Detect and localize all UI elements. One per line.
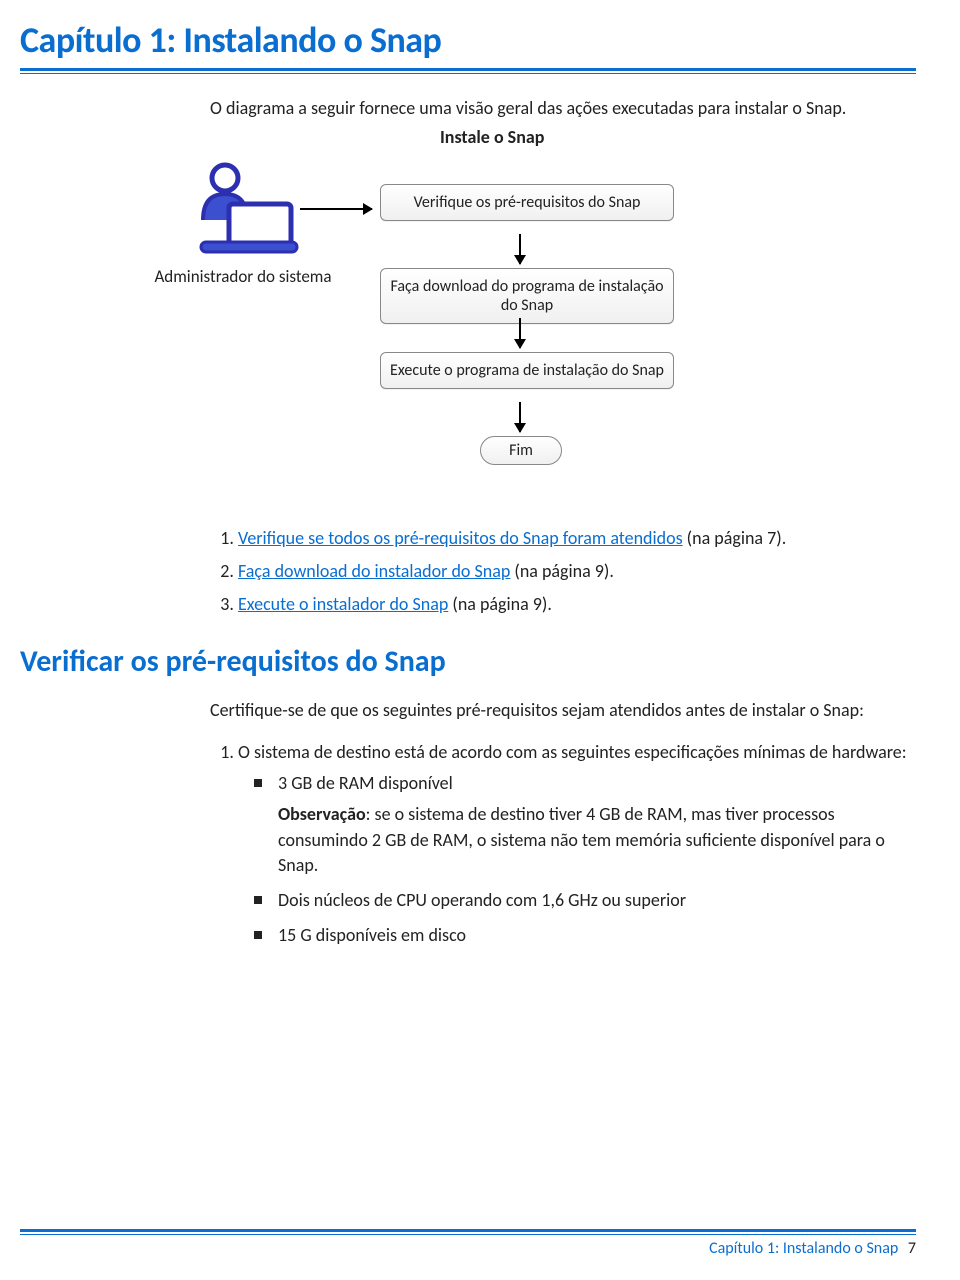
- prereq-list: O sistema de destino está de acordo com …: [210, 740, 916, 948]
- steps-list: Verifique se todos os pré-requisitos do …: [210, 524, 916, 618]
- hw-spec-list: 3 GB de RAM disponível Observação: se o …: [238, 771, 916, 948]
- arrow-down-icon: [519, 402, 521, 432]
- diagram-step-2: Faça download do programa de instalação …: [380, 268, 674, 324]
- hw-bullet-ram: 3 GB de RAM disponível Observação: se o …: [278, 771, 916, 878]
- step-2-suffix: (na página 9).: [510, 560, 614, 582]
- step-1-link[interactable]: Verifique se todos os pré-requisitos do …: [238, 527, 683, 549]
- step-1-suffix: (na página 7).: [683, 527, 787, 549]
- prereq-1-text: O sistema de destino está de acordo com …: [238, 741, 907, 763]
- note-label: Observação: [278, 803, 366, 825]
- footer-chapter: Capítulo 1: Instalando o Snap: [709, 1239, 898, 1258]
- footer-page-number: 7: [908, 1239, 916, 1258]
- intro-paragraph: O diagrama a seguir fornece uma visão ge…: [210, 96, 916, 120]
- arrow-down-icon: [519, 318, 521, 348]
- actor-label: Administrador do sistema: [148, 266, 338, 287]
- diagram-step-1: Verifique os pré-requisitos do Snap: [380, 184, 674, 221]
- chapter-title: Capítulo 1: Instalando o Snap: [20, 18, 916, 62]
- hw-ram-text: 3 GB de RAM disponível: [278, 772, 453, 794]
- hw-bullet-disk: 15 G disponíveis em disco: [278, 923, 916, 948]
- diagram-end: Fim: [480, 436, 562, 465]
- ram-note: Observação: se o sistema de destino tive…: [278, 802, 916, 878]
- step-2-link[interactable]: Faça download do instalador do Snap: [238, 560, 510, 582]
- step-3-link[interactable]: Execute o instalador do Snap: [238, 593, 448, 615]
- section-lead: Certifique-se de que os seguintes pré-re…: [210, 698, 916, 722]
- page-footer: Capítulo 1: Instalando o Snap 7: [20, 1229, 916, 1258]
- diagram-step-3: Execute o programa de instalação do Snap: [380, 352, 674, 389]
- admin-icon: [183, 162, 303, 257]
- diagram-title: Instale o Snap: [440, 126, 544, 148]
- step-item-1: Verifique se todos os pré-requisitos do …: [238, 524, 916, 553]
- arrow-right-icon: [300, 208, 372, 210]
- step-item-2: Faça download do instalador do Snap (na …: [238, 557, 916, 586]
- note-text: : se o sistema de destino tiver 4 GB de …: [278, 803, 885, 875]
- step-item-3: Execute o instalador do Snap (na página …: [238, 590, 916, 619]
- arrow-down-icon: [519, 234, 521, 264]
- diagram-actor: Administrador do sistema: [148, 162, 338, 287]
- title-rule: [20, 68, 916, 74]
- hw-bullet-cpu: Dois núcleos de CPU operando com 1,6 GHz…: [278, 888, 916, 913]
- section-heading: Verificar os pré-requisitos do Snap: [20, 643, 916, 680]
- prereq-item-1: O sistema de destino está de acordo com …: [238, 740, 916, 948]
- install-diagram: Instale o Snap Administrador do sistema …: [140, 126, 916, 506]
- step-3-suffix: (na página 9).: [448, 593, 552, 615]
